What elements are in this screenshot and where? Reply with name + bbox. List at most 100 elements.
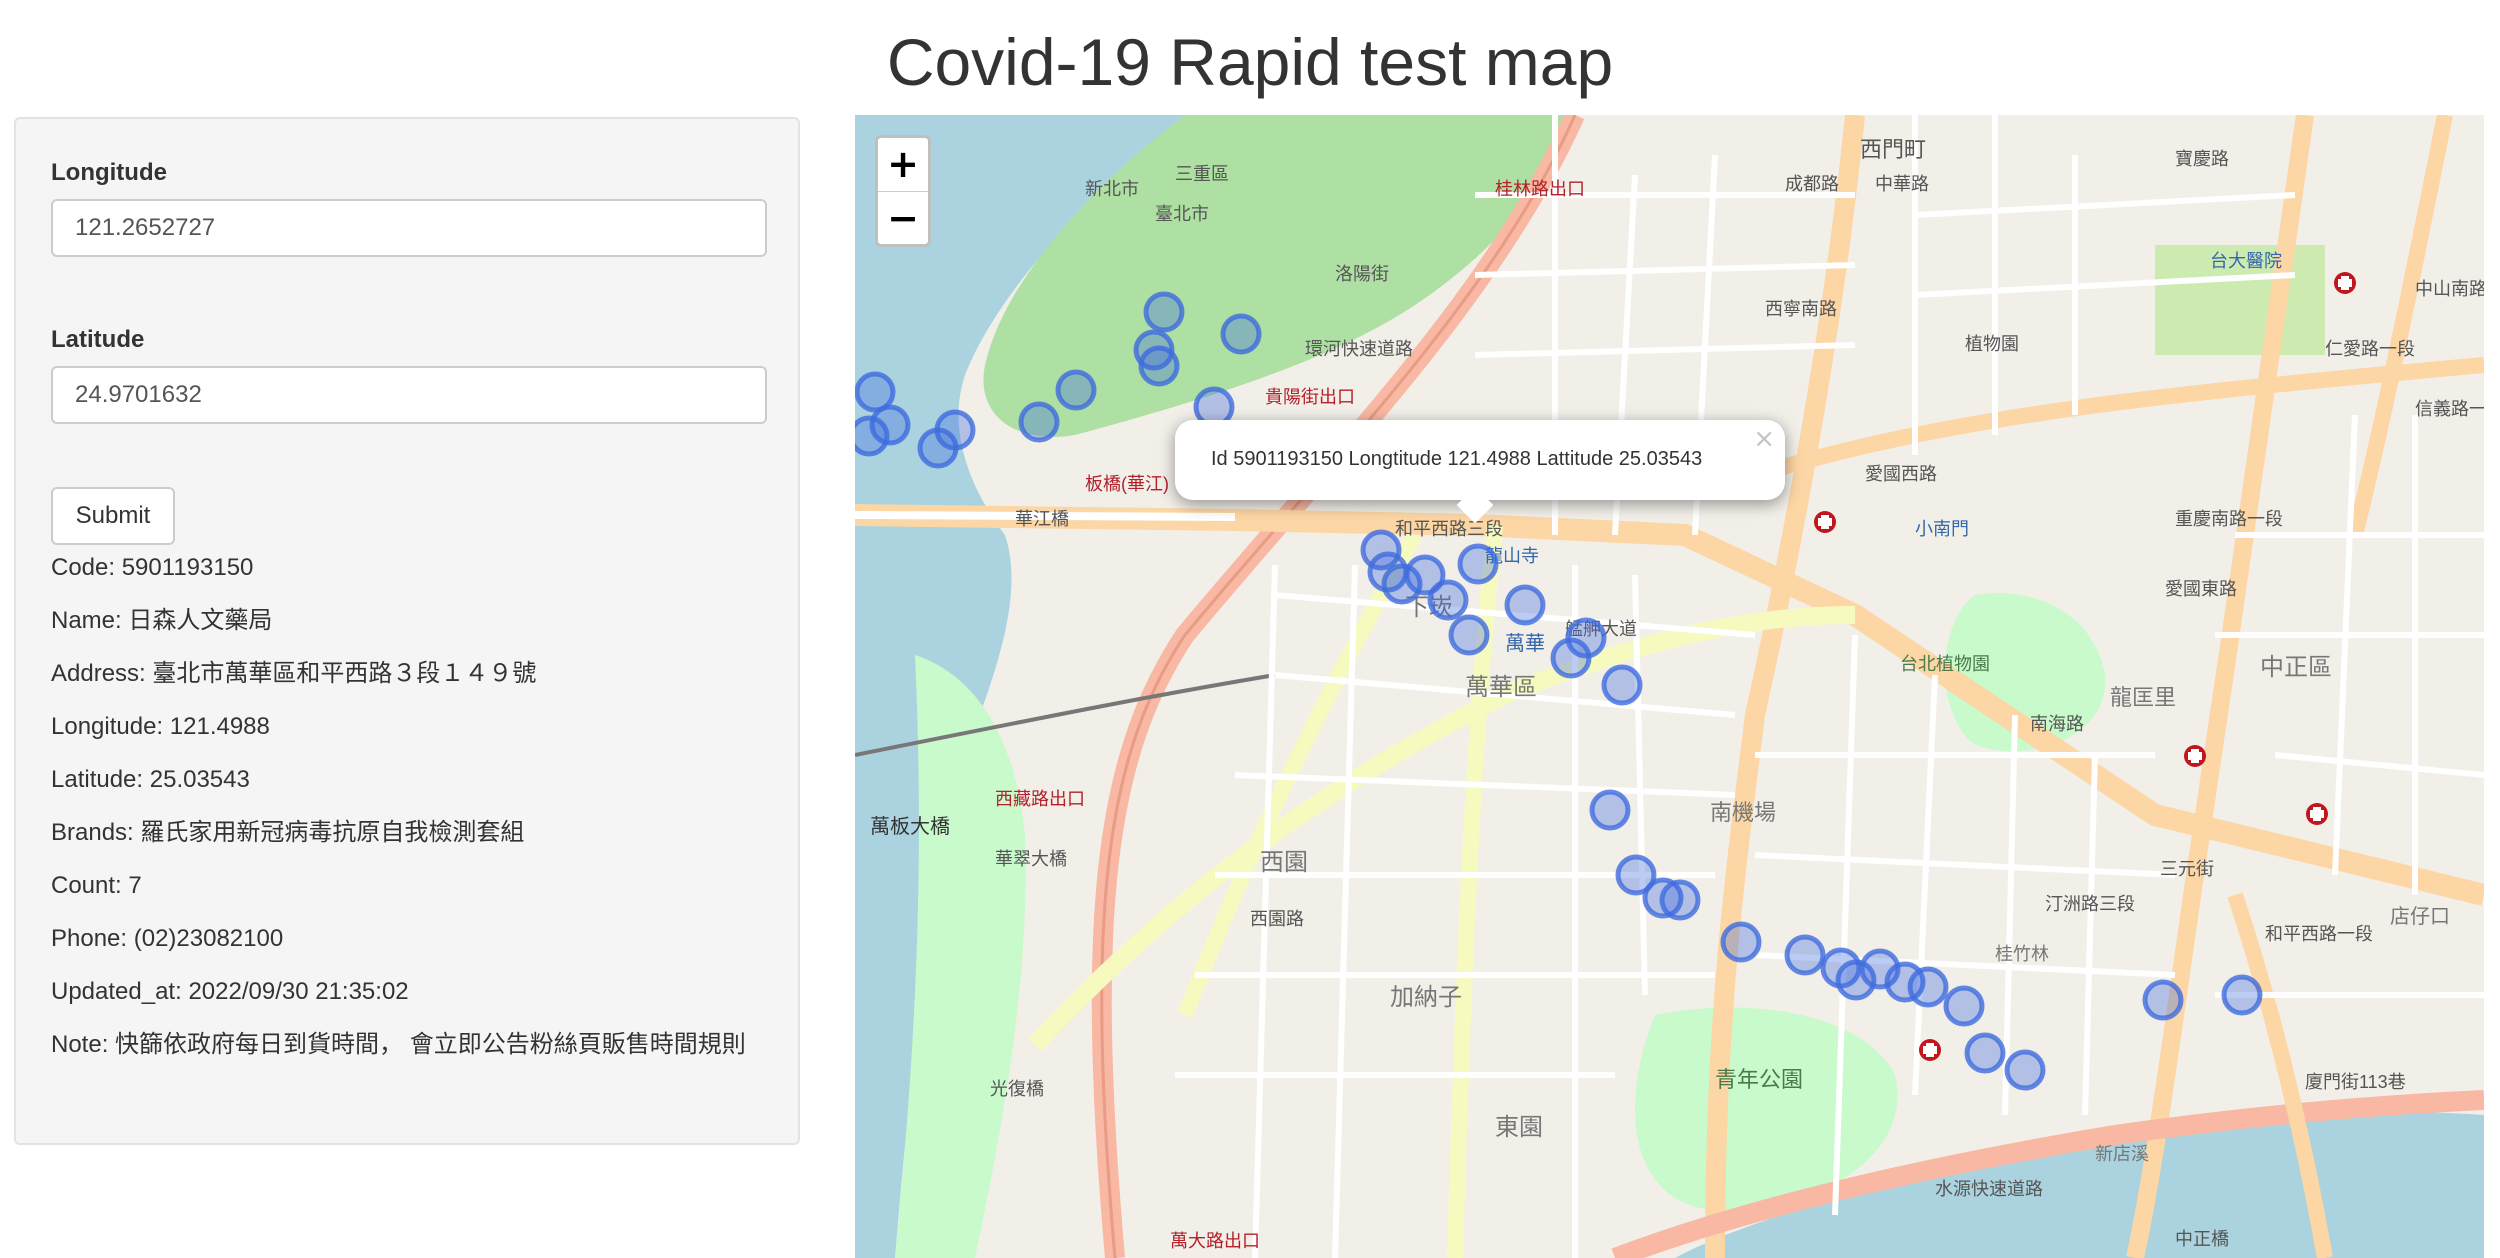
map-label: 南機場 xyxy=(1710,800,1776,825)
hospital-icon[interactable] xyxy=(1919,1039,1941,1061)
rapid-test-marker[interactable] xyxy=(855,415,890,457)
map-label: 新店溪 xyxy=(2095,1144,2149,1164)
map-label: 加納子 xyxy=(1390,984,1462,1011)
map-label: 萬板大橋 xyxy=(870,815,950,838)
name-text: Name: 日森人文藥局 xyxy=(51,607,273,634)
map-label: 水源快速道路 xyxy=(1935,1179,2043,1199)
map[interactable]: 新北市 臺北市 三重區 桂林路出口 西門町 中華路 成都路 西寧南路 環河快速道… xyxy=(855,115,2484,1258)
longitude-input[interactable] xyxy=(51,199,767,257)
hospital-icon[interactable] xyxy=(2184,745,2206,767)
map-label: 小南門 xyxy=(1915,519,1969,539)
rapid-test-marker[interactable] xyxy=(1565,617,1607,659)
marker-popup: Id 5901193150 Longtitude 121.4988 Lattit… xyxy=(1175,420,1785,524)
latitude-input[interactable] xyxy=(51,366,767,424)
phone-text: Phone: (02)23082100 xyxy=(51,925,284,952)
map-label: 和平西路三段 xyxy=(1395,519,1503,539)
rapid-test-marker[interactable] xyxy=(1143,291,1185,333)
map-label: 店仔口 xyxy=(2390,905,2450,928)
map-label: 中華路 xyxy=(1875,174,1929,194)
popup-text: Id 5901193150 Longtitude 121.4988 Lattit… xyxy=(1211,448,1703,470)
map-label: 臺北市 xyxy=(1155,204,1209,224)
longitude-label: Longitude xyxy=(51,159,167,186)
rapid-test-marker[interactable] xyxy=(1589,789,1631,831)
map-label: 三重區 xyxy=(1175,164,1229,184)
rapid-test-marker[interactable] xyxy=(1427,579,1469,621)
map-label: 華翠大橋 xyxy=(995,849,1067,869)
map-label: 和平西路一段 xyxy=(2265,924,2373,944)
map-label: 華江橋 xyxy=(1015,509,1069,529)
map-label: 光復橋 xyxy=(990,1079,1044,1099)
map-label: 成都路 xyxy=(1785,174,1839,194)
rapid-test-marker[interactable] xyxy=(1457,543,1499,585)
rapid-test-marker[interactable] xyxy=(2142,979,2184,1021)
hospital-icon[interactable] xyxy=(2306,803,2328,825)
map-label: 貴陽街出口 xyxy=(1265,387,1355,407)
rapid-test-marker[interactable] xyxy=(1504,584,1546,626)
latitude-label: Latitude xyxy=(51,326,145,353)
rapid-test-marker[interactable] xyxy=(855,371,896,413)
map-label: 信義路一段 xyxy=(2415,399,2484,419)
map-label: 重慶南路一段 xyxy=(2175,509,2283,529)
rapid-test-marker[interactable] xyxy=(1220,313,1262,355)
map-label: 中正橋 xyxy=(2175,1229,2229,1249)
map-label: 台北植物園 xyxy=(1900,654,1990,674)
map-label: 中山南路 xyxy=(2415,279,2484,299)
map-label: 寶慶路 xyxy=(2175,149,2229,169)
map-label: 青年公園 xyxy=(1715,1067,1803,1092)
rapid-test-marker[interactable] xyxy=(1055,369,1097,411)
submit-button[interactable]: Submit xyxy=(51,487,175,545)
rapid-test-marker[interactable] xyxy=(1018,401,1060,443)
map-label: 龍匡里 xyxy=(2110,685,2176,710)
search-panel: Longitude Latitude Submit Code: 59011931… xyxy=(14,117,800,1145)
code-text: Code: 5901193150 xyxy=(51,554,254,581)
map-label: 新北市 xyxy=(1085,179,1139,199)
rapid-test-marker[interactable] xyxy=(1659,879,1701,921)
updated-at-text: Updated_at: 2022/09/30 21:35:02 xyxy=(51,978,409,1005)
map-label: 環河快速道路 xyxy=(1305,339,1413,359)
road-zhongshan xyxy=(2347,115,2453,537)
rapid-test-marker[interactable] xyxy=(1720,921,1762,963)
rapid-test-marker[interactable] xyxy=(1943,985,1985,1027)
map-label: 愛國東路 xyxy=(2165,579,2237,599)
map-label: 桂林路出口 xyxy=(1495,179,1585,199)
hospital-icon[interactable] xyxy=(2334,272,2356,294)
map-tiles[interactable]: 新北市 臺北市 三重區 桂林路出口 西門町 中華路 成都路 西寧南路 環河快速道… xyxy=(855,115,2484,1258)
map-label: 板橋(華江) xyxy=(1085,474,1169,494)
note-text: Note: 快篩依政府每日到貨時間， 會立即公告粉絲頁販售時間規則 xyxy=(51,1031,746,1058)
zoom-in-button[interactable]: + xyxy=(878,138,928,191)
map-label: 台大醫院 xyxy=(2210,251,2282,271)
map-label: 愛國西路 xyxy=(1865,464,1937,484)
rapid-test-marker[interactable] xyxy=(1601,664,1643,706)
map-label: 洛陽街 xyxy=(1335,264,1389,284)
map-label: 西園 xyxy=(1260,849,1308,876)
map-label: 萬華區 xyxy=(1465,674,1537,701)
map-label: 汀洲路三段 xyxy=(2045,894,2135,914)
map-label: 南海路 xyxy=(2030,714,2084,734)
count-text: Count: 7 xyxy=(51,872,142,899)
rapid-test-marker[interactable] xyxy=(1367,551,1409,593)
map-label: 西門町 xyxy=(1860,137,1926,162)
map-label: 萬華 xyxy=(1505,632,1545,655)
rapid-test-marker[interactable] xyxy=(934,409,976,451)
rapid-test-marker[interactable] xyxy=(1133,329,1175,371)
map-label: 東園 xyxy=(1495,1114,1543,1141)
popup-close-icon[interactable]: × xyxy=(1753,424,1775,454)
map-label: 西園路 xyxy=(1250,909,1304,929)
rapid-test-marker[interactable] xyxy=(1907,966,1949,1008)
rapid-test-marker[interactable] xyxy=(2221,974,2263,1016)
rapid-test-marker[interactable] xyxy=(1964,1032,2006,1074)
map-label: 三元街 xyxy=(2160,859,2214,879)
map-label: 萬大路出口 xyxy=(1170,1231,1260,1251)
rapid-test-marker[interactable] xyxy=(1448,614,1490,656)
zoom-out-button[interactable]: − xyxy=(878,191,928,245)
rapid-test-marker[interactable] xyxy=(1859,948,1901,990)
rapid-test-marker[interactable] xyxy=(1784,934,1826,976)
address-text: Address: 臺北市萬華區和平西路３段１４９號 xyxy=(51,660,537,687)
rapid-test-marker[interactable] xyxy=(2004,1049,2046,1091)
latitude-text: Latitude: 25.03543 xyxy=(51,766,250,793)
brands-text: Brands: 羅氏家用新冠病毒抗原自我檢測套組 xyxy=(51,819,525,846)
map-label: 中正區 xyxy=(2260,654,2332,681)
longitude-text: Longitude: 121.4988 xyxy=(51,713,270,740)
hospital-icon[interactable] xyxy=(1814,511,1836,533)
map-label: 植物園 xyxy=(1965,334,2019,354)
